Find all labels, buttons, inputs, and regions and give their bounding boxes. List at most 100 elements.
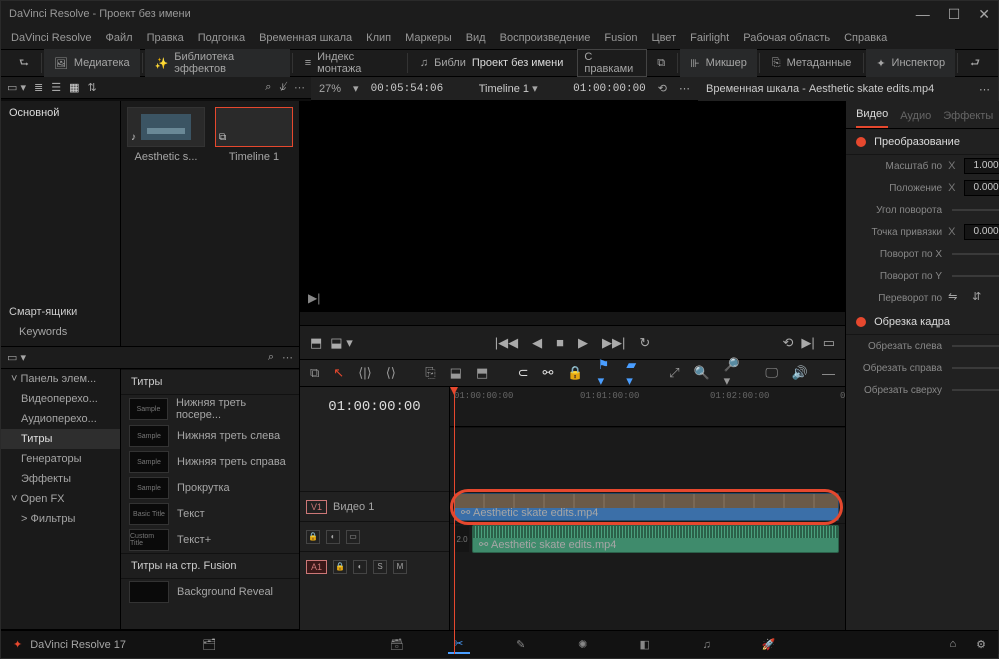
bypass-icon[interactable]: ⟲ — [658, 82, 667, 95]
scrub-bar[interactable] — [300, 312, 845, 326]
menu-item[interactable]: Правка — [147, 32, 184, 44]
maximize-icon[interactable]: ☐ — [948, 6, 961, 23]
pos-x-input[interactable]: 0.000 — [964, 180, 999, 196]
crop-left-slider[interactable] — [952, 345, 999, 347]
close-icon[interactable]: ✕ — [978, 6, 990, 23]
edit-index-button[interactable]: ≡Индекс монтажа — [295, 49, 405, 77]
page-fairlight-icon[interactable]: ♫ — [696, 636, 718, 654]
capture-icon[interactable]: ⧉ — [647, 49, 675, 77]
menu-item[interactable]: Подгонка — [198, 32, 245, 44]
flag-icon[interactable]: ⚑ ▾ — [596, 357, 615, 389]
inspector-button[interactable]: ✦Инспектор — [866, 49, 955, 77]
clip-item[interactable]: ♪ Aesthetic s... — [127, 107, 205, 163]
chevron-down-icon[interactable]: ▾ — [353, 82, 359, 95]
transform-section[interactable]: Преобразование ◆↺ — [846, 129, 999, 155]
viewer-screen[interactable]: ▶| — [300, 101, 845, 311]
loop-icon[interactable]: ↻ — [639, 335, 650, 351]
expand-icon[interactable]: ⮑ — [9, 49, 39, 77]
crop-right-slider[interactable] — [952, 367, 999, 369]
viewer-name[interactable]: Timeline 1 — [479, 83, 529, 95]
layout-icon[interactable]: ▭ ▾ — [7, 351, 26, 364]
sort-icon[interactable]: ⇅ — [87, 81, 96, 94]
track-head-a1[interactable]: A1 🔒 ◐ S M — [300, 551, 449, 581]
title-preset[interactable]: SampleНижняя треть слева — [121, 423, 299, 449]
link-icon[interactable]: ⚯ — [541, 365, 556, 381]
solo-button[interactable]: S — [373, 560, 387, 574]
first-frame-icon[interactable]: |◀◀ — [495, 335, 518, 351]
snap-icon[interactable]: ⊂ — [516, 365, 531, 381]
zoom-full-icon[interactable]: ⤢ — [667, 365, 681, 381]
title-preset[interactable]: Custom TitleТекст+ — [121, 527, 299, 553]
layout-icon[interactable]: ▭ ▾ — [7, 81, 26, 94]
audio-icon[interactable]: 🔊 — [790, 365, 810, 381]
trim-tool-icon[interactable]: ⟨|⟩ — [356, 365, 374, 381]
effects-lib-button[interactable]: ✨Библиотека эффектов — [145, 49, 290, 77]
effects-item[interactable]: Эффекты — [1, 469, 120, 489]
prev-frame-icon[interactable]: ◀ — [532, 335, 542, 351]
video-clip[interactable]: ⚯ Aesthetic skate edits.mp4 — [454, 493, 839, 521]
go-end-icon[interactable]: ▶| — [308, 291, 320, 305]
menu-item[interactable]: Цвет — [651, 32, 676, 44]
menu-item[interactable]: Справка — [844, 32, 887, 44]
playhead[interactable] — [454, 387, 455, 654]
replace-clip-icon[interactable]: ⬒ — [474, 365, 490, 381]
mute-icon[interactable]: — — [820, 366, 837, 381]
bin-master[interactable]: Основной — [9, 105, 112, 121]
title-preset[interactable]: Background Reveal — [121, 579, 299, 605]
page-color-icon[interactable]: ◧ — [634, 636, 656, 654]
page-cut-icon[interactable]: ✂ — [448, 636, 470, 654]
lock-icon[interactable]: 🔒 — [333, 560, 347, 574]
page-deliver-icon[interactable]: 🚀 — [758, 636, 780, 654]
enabled-dot-icon[interactable] — [856, 137, 866, 147]
zoom-level[interactable]: 27% — [319, 83, 341, 95]
insert-icon[interactable]: ▭ — [823, 335, 835, 351]
chevron-down-icon[interactable]: ▾ — [532, 83, 538, 95]
scale-x-input[interactable]: 1.000 — [964, 158, 999, 174]
title-preset[interactable]: SampleНижняя треть справа — [121, 449, 299, 475]
smart-bin-keywords[interactable]: Keywords — [9, 322, 112, 342]
tl-options-icon[interactable]: ⧉ — [308, 365, 321, 381]
video-track-1[interactable]: ⚯ Aesthetic skate edits.mp4 — [450, 491, 845, 521]
more-icon[interactable]: ⋯ — [679, 82, 690, 95]
search-icon[interactable]: ⌕ — [268, 351, 274, 364]
selection-tool-icon[interactable]: ↖ — [331, 365, 346, 381]
menu-item[interactable]: Временная шкала — [259, 32, 352, 44]
menu-item[interactable]: Вид — [466, 32, 486, 44]
metadata-button[interactable]: ⎘Метаданные — [762, 49, 862, 77]
more-icon[interactable]: ⋯ — [294, 81, 305, 94]
track-head-v1[interactable]: V1 Видео 1 — [300, 491, 449, 521]
a1-tag[interactable]: A1 — [306, 560, 327, 574]
view-strip-icon[interactable]: ☰ — [51, 81, 61, 94]
menu-item[interactable]: Клип — [366, 32, 391, 44]
pitch-slider[interactable] — [952, 253, 999, 255]
auto-select-icon[interactable]: ◐ — [353, 560, 367, 574]
view-grid-icon[interactable]: ▦ — [69, 81, 79, 94]
dynamic-trim-icon[interactable]: ⟨⟩ — [384, 365, 398, 381]
effects-item[interactable]: Видеоперехо... — [1, 389, 120, 409]
menu-item[interactable]: Маркеры — [405, 32, 452, 44]
effects-item[interactable]: Генераторы — [1, 449, 120, 469]
menu-item[interactable]: Рабочая область — [743, 32, 830, 44]
title-preset[interactable]: Basic TitleТекст — [121, 501, 299, 527]
auto-select-icon[interactable]: ◐ — [326, 530, 340, 544]
filter-icon[interactable]: ⫝̸ — [279, 81, 286, 94]
insert-clip-icon[interactable]: ⎘ — [423, 365, 437, 381]
smart-bins-header[interactable]: Смарт-ящики — [9, 302, 112, 322]
effects-group-toolbox[interactable]: ˅ Панель элем... — [1, 369, 120, 389]
audio-track-1[interactable]: 2.0 ⚯ Aesthetic skate edits.mp4 — [450, 523, 845, 553]
more-icon[interactable]: ⋯ — [282, 351, 293, 364]
mute-button[interactable]: M — [393, 560, 407, 574]
mark-out-icon[interactable]: ⬓ ▾ — [330, 335, 352, 351]
title-preset[interactable]: SampleНижняя треть посере... — [121, 395, 299, 423]
menu-item[interactable]: Fusion — [604, 32, 637, 44]
rotation-slider[interactable] — [952, 209, 999, 211]
effects-group-openfx[interactable]: ˅ Open FX — [1, 489, 120, 509]
next-frame-icon[interactable]: ▶▶| — [602, 335, 625, 351]
minimize-icon[interactable]: — — [916, 6, 930, 23]
effects-item[interactable]: Титры — [1, 429, 120, 449]
audio-clip[interactable]: 2.0 ⚯ Aesthetic skate edits.mp4 — [472, 525, 839, 553]
zoom-detail-icon[interactable]: 🔍 — [691, 365, 711, 381]
search-icon[interactable]: ⌕ — [265, 81, 271, 94]
mark-in-icon[interactable]: ⬒ — [310, 335, 322, 351]
anchor-x-input[interactable]: 0.000 — [964, 224, 999, 240]
